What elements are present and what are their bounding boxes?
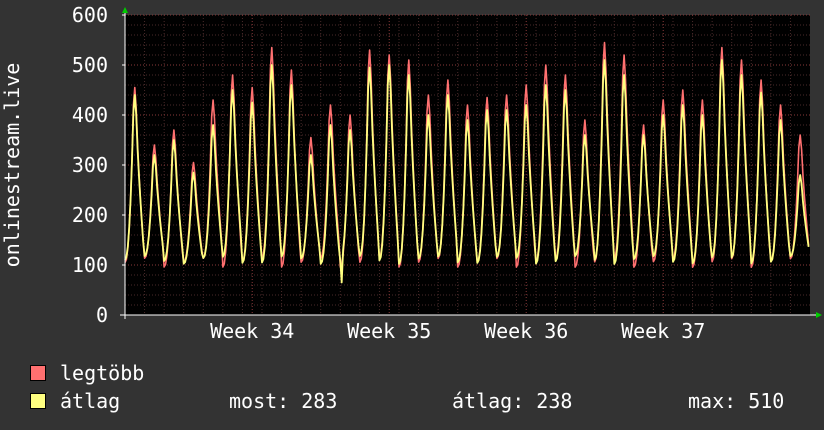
y-tick-label: 0 xyxy=(96,303,108,327)
y-tick-label: 100 xyxy=(72,253,108,277)
x-tick-label: Week 36 xyxy=(484,319,568,343)
y-tick-label: 500 xyxy=(72,53,108,77)
legend-label-max: legtöbb xyxy=(60,361,145,385)
x-tick-label: Week 37 xyxy=(621,319,705,343)
y-tick-label: 600 xyxy=(72,3,108,27)
x-tick-labels: Week 34 Week 35 Week 36 Week 37 xyxy=(210,319,705,343)
legend-swatch-avg xyxy=(30,393,46,409)
legend-swatch-max xyxy=(30,365,46,381)
x-axis-arrow xyxy=(816,312,822,318)
y-tick-label: 300 xyxy=(72,153,108,177)
stat-average: átlag: 238 xyxy=(452,389,573,413)
y-tick-label: 400 xyxy=(72,103,108,127)
x-tick-label: Week 34 xyxy=(210,319,294,343)
y-tick-labels: 0 100 200 300 400 500 600 xyxy=(72,3,108,327)
x-tick-label: Week 35 xyxy=(347,319,431,343)
chart: 0100200300400500600 Week 34 Week 35 Week 3… xyxy=(0,3,822,343)
y-tick-label: 200 xyxy=(72,203,108,227)
y-axis-label: onlinestream.live xyxy=(0,63,24,268)
legend-label-avg: átlag xyxy=(60,389,121,413)
stat-maximum: max: 510 xyxy=(688,389,785,413)
stat-current: most: 283 xyxy=(229,389,338,413)
y-axis-arrow xyxy=(122,7,128,13)
